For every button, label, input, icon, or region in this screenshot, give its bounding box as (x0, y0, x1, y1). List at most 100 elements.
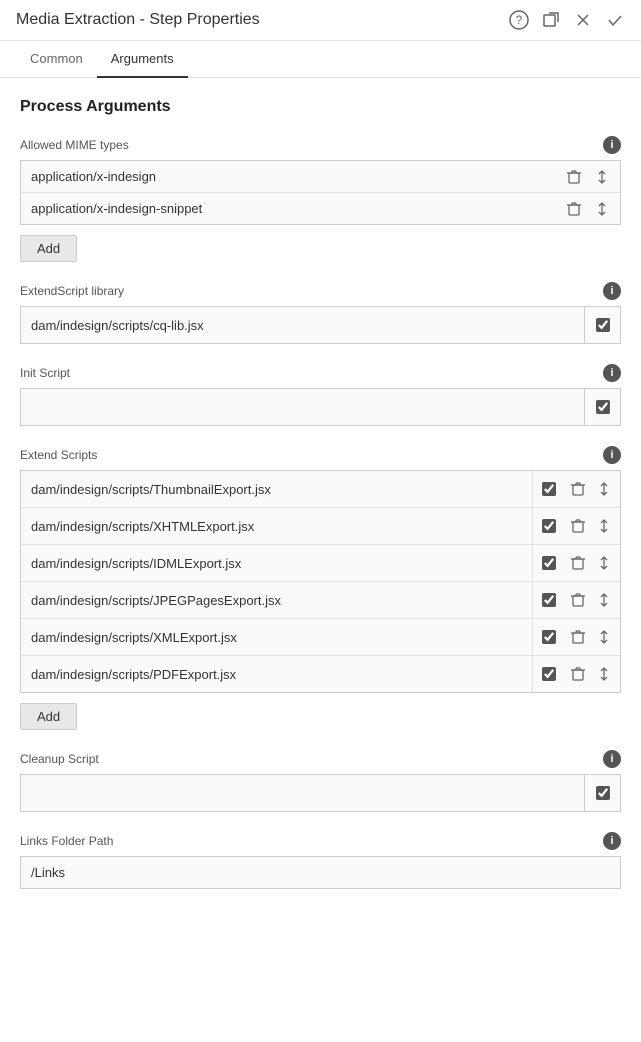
script-checkbox-2[interactable] (542, 556, 556, 570)
links-folder-input[interactable] (21, 857, 620, 888)
script-checkbox-4[interactable] (542, 630, 556, 644)
extendscript-label: ExtendScript library (20, 284, 124, 298)
script-actions-5 (528, 656, 620, 692)
script-input-0[interactable] (21, 474, 528, 505)
allowed-mime-info-icon[interactable]: i (603, 136, 621, 154)
script-actions-4 (528, 619, 620, 655)
script-sort-2[interactable] (592, 551, 616, 575)
script-checkbox-5[interactable] (542, 667, 556, 681)
tab-bar: Common Arguments (0, 41, 641, 78)
links-folder-input-row (20, 856, 621, 889)
titlebar-actions: ? (509, 10, 625, 30)
script-actions-0 (528, 471, 620, 507)
script-input-3[interactable] (21, 585, 528, 616)
mime-sort-0[interactable] (590, 165, 614, 189)
script-row-0 (21, 471, 620, 508)
cleanup-script-checkbox[interactable] (596, 786, 610, 800)
extendscript-checkbox-cell (584, 307, 620, 343)
extend-scripts-info-icon[interactable]: i (603, 446, 621, 464)
svg-text:?: ? (516, 13, 523, 27)
script-sort-3[interactable] (592, 588, 616, 612)
section-title: Process Arguments (20, 98, 621, 116)
script-checkbox-cell-3 (532, 582, 564, 618)
cleanup-script-group: Cleanup Script i (20, 750, 621, 812)
script-sort-0[interactable] (592, 477, 616, 501)
mime-list (20, 160, 621, 225)
mime-add-button[interactable]: Add (20, 235, 77, 262)
script-delete-5[interactable] (566, 662, 590, 686)
script-list (20, 470, 621, 693)
extendscript-checkbox[interactable] (596, 318, 610, 332)
mime-row-0 (21, 161, 620, 193)
script-add-button[interactable]: Add (20, 703, 77, 730)
mime-input-1[interactable] (21, 193, 556, 224)
script-sort-5[interactable] (592, 662, 616, 686)
dialog-title: Media Extraction - Step Properties (16, 11, 260, 29)
content-area: Process Arguments Allowed MIME types i (0, 78, 641, 1042)
script-sort-1[interactable] (592, 514, 616, 538)
script-input-1[interactable] (21, 511, 528, 542)
script-checkbox-cell-1 (532, 508, 564, 544)
init-script-info-icon[interactable]: i (603, 364, 621, 382)
links-folder-path-group: Links Folder Path i (20, 832, 621, 889)
init-script-label: Init Script (20, 366, 70, 380)
tab-common[interactable]: Common (16, 41, 97, 78)
confirm-icon[interactable] (605, 10, 625, 30)
cleanup-script-checkbox-cell (584, 775, 620, 811)
extendscript-input[interactable] (21, 310, 584, 341)
dialog: Media Extraction - Step Properties ? (0, 0, 641, 1042)
script-checkbox-0[interactable] (542, 482, 556, 496)
init-script-checkbox-cell (584, 389, 620, 425)
script-checkbox-3[interactable] (542, 593, 556, 607)
mime-delete-0[interactable] (562, 165, 586, 189)
script-input-2[interactable] (21, 548, 528, 579)
script-checkbox-cell-0 (532, 471, 564, 507)
close-icon[interactable] (573, 10, 593, 30)
cleanup-script-label-row: Cleanup Script i (20, 750, 621, 768)
links-folder-info-icon[interactable]: i (603, 832, 621, 850)
titlebar: Media Extraction - Step Properties ? (0, 0, 641, 41)
script-input-4[interactable] (21, 622, 528, 653)
mime-actions-1 (556, 197, 620, 221)
init-script-checkbox[interactable] (596, 400, 610, 414)
script-checkbox-cell-2 (532, 545, 564, 581)
mime-delete-1[interactable] (562, 197, 586, 221)
links-folder-label-row: Links Folder Path i (20, 832, 621, 850)
mime-row-1 (21, 193, 620, 224)
mime-input-0[interactable] (21, 161, 556, 192)
extend-scripts-label: Extend Scripts (20, 448, 97, 462)
extendscript-input-row (20, 306, 621, 344)
extendscript-library-group: ExtendScript library i (20, 282, 621, 344)
init-script-input[interactable] (21, 392, 584, 423)
cleanup-script-info-icon[interactable]: i (603, 750, 621, 768)
script-delete-1[interactable] (566, 514, 590, 538)
cleanup-script-input[interactable] (21, 778, 584, 809)
script-delete-0[interactable] (566, 477, 590, 501)
init-script-group: Init Script i (20, 364, 621, 426)
script-row-1 (21, 508, 620, 545)
script-sort-4[interactable] (592, 625, 616, 649)
script-checkbox-1[interactable] (542, 519, 556, 533)
script-row-5 (21, 656, 620, 692)
extend-scripts-label-row: Extend Scripts i (20, 446, 621, 464)
mime-sort-1[interactable] (590, 197, 614, 221)
script-row-2 (21, 545, 620, 582)
extend-scripts-group: Extend Scripts i (20, 446, 621, 730)
links-folder-label: Links Folder Path (20, 834, 113, 848)
script-input-5[interactable] (21, 659, 528, 690)
extendscript-label-row: ExtendScript library i (20, 282, 621, 300)
cleanup-script-input-row (20, 774, 621, 812)
tab-arguments[interactable]: Arguments (97, 41, 188, 78)
script-delete-2[interactable] (566, 551, 590, 575)
cleanup-script-label: Cleanup Script (20, 752, 99, 766)
allowed-mime-label: Allowed MIME types (20, 138, 129, 152)
script-delete-3[interactable] (566, 588, 590, 612)
help-icon[interactable]: ? (509, 10, 529, 30)
script-delete-4[interactable] (566, 625, 590, 649)
extendscript-info-icon[interactable]: i (603, 282, 621, 300)
script-actions-2 (528, 545, 620, 581)
script-row-4 (21, 619, 620, 656)
init-script-label-row: Init Script i (20, 364, 621, 382)
allowed-mime-group: Allowed MIME types i (20, 136, 621, 262)
expand-icon[interactable] (541, 10, 561, 30)
